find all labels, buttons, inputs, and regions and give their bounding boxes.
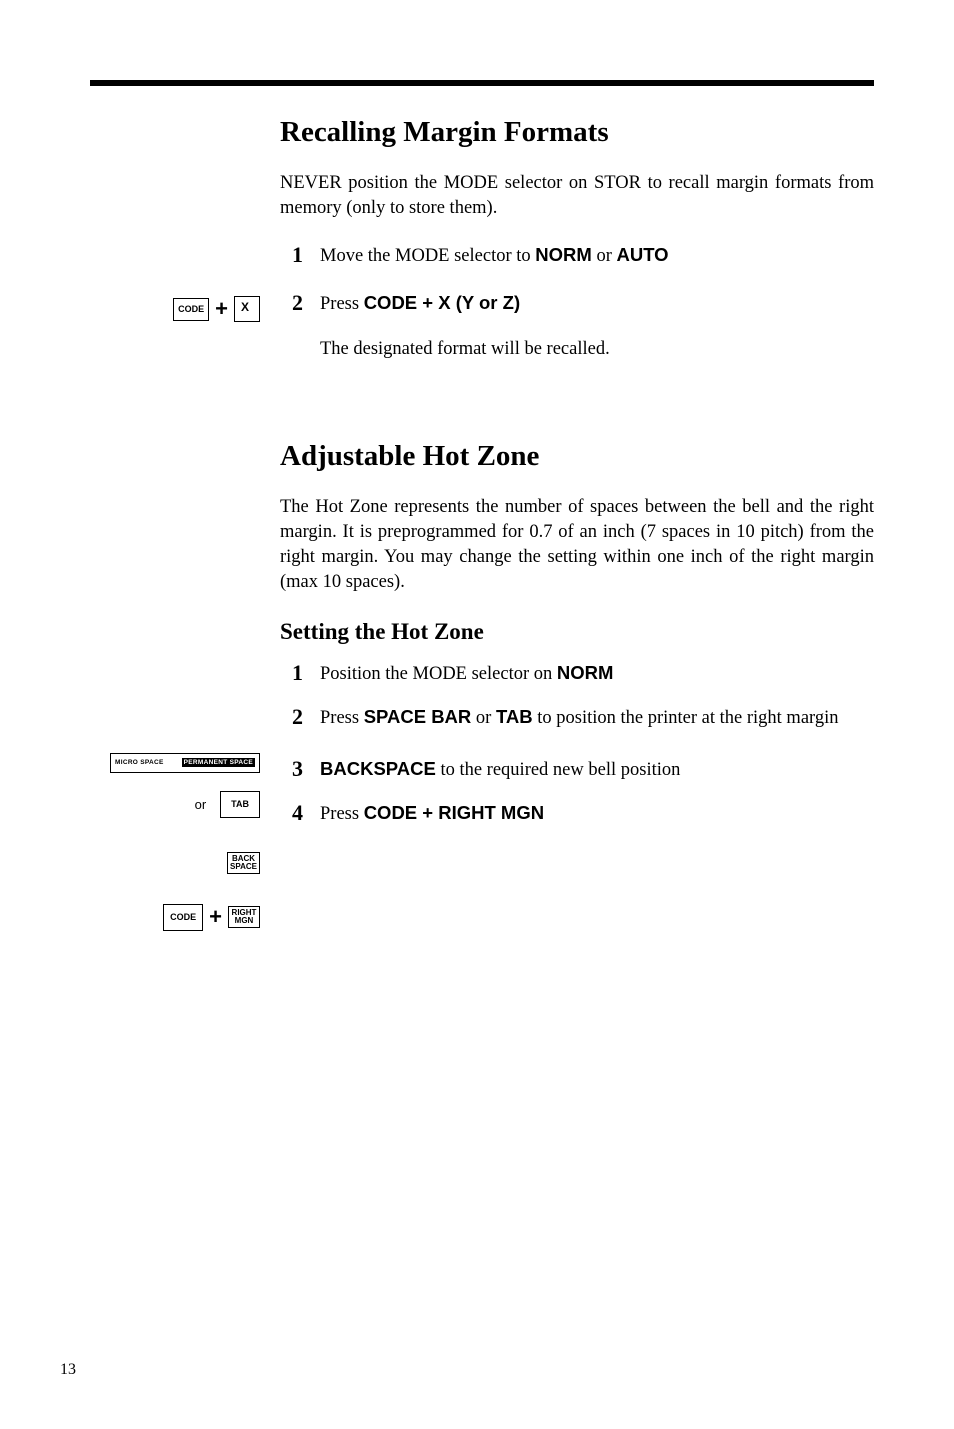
or-tab-group: or TAB [195, 791, 260, 818]
step-num: 4 [292, 801, 320, 824]
spacebar-right-label: PERMANENT SPACE [182, 758, 255, 767]
plus-icon: + [215, 296, 228, 322]
step-text: Press CODE + RIGHT MGN [320, 801, 874, 827]
hz-step-3: 3 BACKSPACE to the required new bell pos… [280, 757, 874, 783]
step-text: Press CODE + X (Y or Z) The designated f… [320, 291, 874, 362]
step-2: 2 Press CODE + X (Y or Z) The designated… [280, 291, 874, 362]
key-x: X [234, 296, 260, 322]
hz-step-4: 4 Press CODE + RIGHT MGN [280, 801, 874, 827]
step-text: Move the MODE selector to NORM or AUTO [320, 243, 874, 269]
section1-intro: NEVER position the MODE selector on STOR… [280, 171, 874, 221]
backspace-group: BACK SPACE [227, 852, 260, 874]
key-spacebar: MICRO SPACE PERMANENT SPACE [110, 753, 260, 773]
section-recalling: CODE + X Recalling Margin Formats NEVER … [90, 116, 874, 380]
hz-step-2: 2 Press SPACE BAR or TAB to position the… [280, 705, 874, 731]
step-subtext: The designated format will be recalled. [320, 337, 874, 362]
step-text: Position the MODE selector on NORM [320, 661, 874, 687]
step-num: 1 [292, 243, 320, 266]
key-backspace: BACK SPACE [227, 852, 260, 874]
spacebar-left-label: MICRO SPACE [115, 759, 164, 766]
step-1: 1 Move the MODE selector to NORM or AUTO [280, 243, 874, 269]
step-text: BACKSPACE to the required new bell posit… [320, 757, 874, 783]
key-combo-code-x: CODE + X [173, 296, 260, 322]
key-right-mgn: RIGHT MGN [228, 906, 260, 928]
section2-intro: The Hot Zone represents the number of sp… [280, 495, 874, 595]
horizontal-rule [90, 80, 874, 86]
section1-title: Recalling Margin Formats [280, 116, 874, 149]
section2-subtitle: Setting the Hot Zone [280, 619, 874, 645]
section2-title: Adjustable Hot Zone [280, 440, 874, 473]
section1-body: Recalling Margin Formats NEVER position … [280, 116, 874, 380]
code-rightmgn-group: CODE + RIGHT MGN [163, 904, 260, 931]
key-code: CODE [173, 298, 209, 321]
step-num: 1 [292, 661, 320, 684]
hz-step-1: 1 Position the MODE selector on NORM [280, 661, 874, 687]
section-hotzone: MICRO SPACE PERMANENT SPACE or TAB BACK … [90, 440, 874, 931]
or-label: or [195, 797, 207, 812]
section2-body: Adjustable Hot Zone The Hot Zone represe… [280, 440, 874, 845]
plus-icon: + [209, 904, 222, 930]
step-text: Press SPACE BAR or TAB to position the p… [320, 705, 874, 731]
step-num: 2 [292, 705, 320, 728]
key-code: CODE [163, 904, 203, 931]
step-num: 3 [292, 757, 320, 780]
key-tab: TAB [220, 791, 260, 818]
side-keys-2: MICRO SPACE PERMANENT SPACE or TAB BACK … [90, 440, 280, 931]
side-keys-1: CODE + X [90, 116, 280, 322]
page-number: 13 [60, 1361, 76, 1379]
step-num: 2 [292, 291, 320, 314]
page: CODE + X Recalling Margin Formats NEVER … [0, 0, 954, 1429]
